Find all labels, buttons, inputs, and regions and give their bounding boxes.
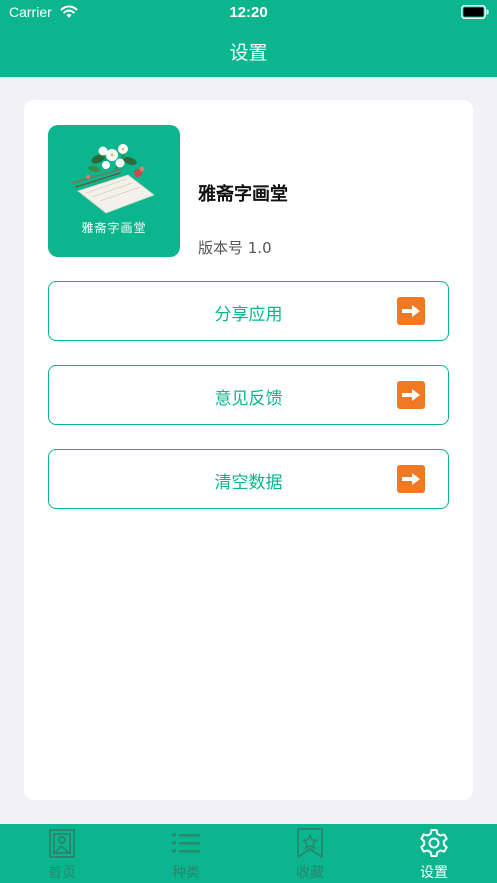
status-bar: Carrier 12:20: [0, 0, 497, 26]
app-name: 雅斋字画堂: [198, 184, 288, 205]
tab-favorites[interactable]: 收藏: [248, 824, 372, 883]
tab-home-label: 首页: [48, 865, 76, 881]
page-title: 设置: [229, 42, 268, 64]
home-frame-icon: [49, 829, 75, 858]
flower-painting-icon: [71, 144, 155, 214]
top-header: Carrier 12:20 设置: [0, 0, 497, 77]
app-icon: 雅斋字画堂: [48, 125, 180, 257]
status-time: 12:20: [229, 4, 268, 21]
feedback-label: 意见反馈: [214, 389, 283, 409]
settings-card: 雅斋字画堂 雅斋字画堂 版本号 1.0 分享应用 意见反馈 清空数据: [24, 100, 473, 800]
gear-icon: [420, 829, 448, 857]
tab-bar: 首页 种类 收藏 设置: [0, 824, 497, 883]
arrow-right-icon: [397, 381, 425, 409]
tab-settings-label: 设置: [420, 865, 448, 881]
arrow-right-icon: [397, 465, 425, 493]
tab-home[interactable]: 首页: [0, 824, 124, 883]
tab-category[interactable]: 种类: [124, 824, 248, 883]
share-app-button[interactable]: 分享应用: [48, 281, 449, 341]
list-icon: [172, 833, 200, 853]
arrow-right-icon: [397, 297, 425, 325]
tab-favorites-label: 收藏: [296, 865, 324, 881]
clear-data-label: 清空数据: [214, 473, 283, 493]
bookmark-star-icon: [297, 828, 323, 858]
clear-data-button[interactable]: 清空数据: [48, 449, 449, 509]
app-icon-caption: 雅斋字画堂: [81, 221, 147, 235]
feedback-button[interactable]: 意见反馈: [48, 365, 449, 425]
battery-icon: [461, 5, 489, 19]
share-app-label: 分享应用: [214, 305, 283, 325]
tab-settings[interactable]: 设置: [372, 824, 496, 883]
app-version: 版本号 1.0: [198, 239, 272, 257]
tab-category-label: 种类: [172, 865, 200, 881]
